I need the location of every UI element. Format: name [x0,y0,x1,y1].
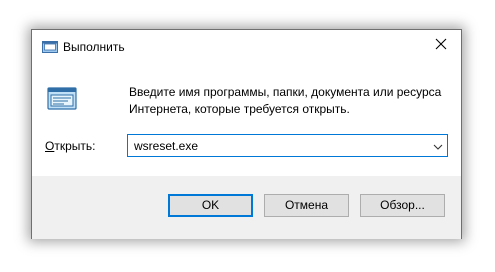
close-button[interactable] [421,30,461,61]
run-app-icon [42,40,58,54]
browse-button[interactable]: Обзор... [360,194,445,217]
close-icon [435,37,447,55]
instruction-line-2: Интернета, которые требуется открыть. [129,102,350,116]
button-bar: OK Отмена Обзор... [32,176,461,239]
instruction-line-1: Введите имя программы, папки, документа … [129,85,442,99]
open-combobox[interactable]: wsreset.exe [127,134,448,157]
run-program-icon [46,83,78,115]
title-bar[interactable]: Выполнить [32,30,461,63]
open-input[interactable]: wsreset.exe [134,138,198,154]
cancel-button[interactable]: Отмена [264,194,349,217]
dropdown-button[interactable] [429,135,447,156]
open-label-text: ткрыть: [54,139,96,153]
instruction-text: Введите имя программы, папки, документа … [129,84,449,118]
window-title: Выполнить [63,40,125,54]
open-label: Открыть: [45,138,95,154]
run-dialog: Выполнить Введите имя программы, папки, … [31,29,462,239]
chevron-down-icon [433,137,443,155]
ok-button[interactable]: OK [168,194,253,217]
open-label-mnemonic: О [45,139,55,153]
